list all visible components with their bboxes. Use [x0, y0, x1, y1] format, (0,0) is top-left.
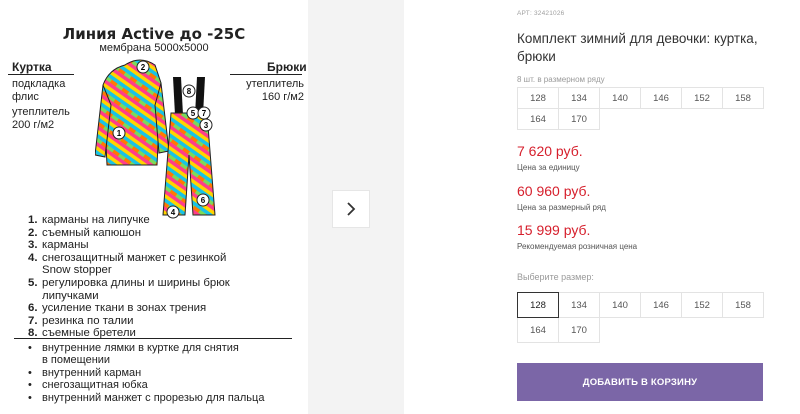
product-info-card: Линия Active до -25С мембрана 5000х5000 … — [0, 0, 308, 414]
product-illustration: 1 2 3 4 5 6 7 8 — [95, 59, 216, 219]
size-option-selected[interactable]: 128 — [517, 292, 559, 318]
feature-list: 1. карманы на липучке 2. съемный капюшон 3… — [28, 214, 272, 340]
size-option[interactable]: 158 — [722, 292, 764, 318]
pack-size: 170 — [558, 108, 600, 130]
feature-divider — [14, 338, 292, 339]
size-option[interactable]: 134 — [558, 292, 600, 318]
pack-size: 164 — [517, 108, 559, 130]
extras-list: • внутренние лямки в куртке для снятия в … — [28, 342, 282, 404]
feature-item: 2. съемный капюшон — [28, 226, 142, 239]
price-retail: 15 999 руб. — [517, 222, 591, 238]
article-number: АРТ: 32421026 — [517, 10, 565, 17]
extras-item: • внутренний карман — [28, 366, 142, 379]
extras-item: • внутренний манжет с прорезью для пальца — [28, 391, 265, 404]
pants-rule — [230, 74, 302, 75]
pack-size: 146 — [640, 87, 682, 109]
pack-size: 158 — [722, 87, 764, 109]
callout-7: 7 — [202, 109, 207, 118]
jacket-insulation: утеплитель 200 г/м2 — [12, 106, 70, 131]
size-select-label: Выберите размер: — [517, 272, 594, 282]
gallery-next-button[interactable] — [332, 190, 370, 228]
pack-sizes-grid: 128 134 140 146 152 158 164 170 — [517, 87, 800, 130]
jacket-heading: Куртка — [12, 60, 52, 74]
callout-1: 1 — [117, 129, 122, 138]
feature-item: 1. карманы на липучке — [28, 214, 150, 226]
pack-size: 134 — [558, 87, 600, 109]
size-selector: 128 134 140 146 152 158 164 170 — [517, 292, 800, 343]
extras-item: • внутренние лямки в куртке для снятия в … — [28, 342, 239, 367]
size-option-spacer — [763, 292, 800, 318]
jacket-lining: подкладка флис — [12, 78, 66, 103]
price-pack: 60 960 руб. — [517, 183, 591, 199]
pack-label: 8 шт. в размерном ряду — [517, 75, 605, 84]
pack-size: 140 — [599, 87, 641, 109]
callout-5: 5 — [191, 109, 196, 118]
card-subtitle: мембрана 5000х5000 — [99, 42, 209, 54]
feature-item: 7. резинка по талии — [28, 314, 134, 327]
pack-size-spacer — [763, 87, 800, 109]
add-to-cart-button[interactable]: ДОБАВИТЬ В КОРЗИНУ — [517, 363, 763, 401]
pants-insulation: утеплитель 160 г/м2 — [246, 78, 304, 103]
price-unit: 7 620 руб. — [517, 143, 583, 159]
price-retail-label: Рекомендуемая розничная цена — [517, 242, 638, 251]
size-option[interactable]: 170 — [558, 317, 600, 343]
pants-heading: Брюки — [267, 60, 307, 74]
feature-item: 5. регулировка длины и ширины брюк липучк… — [28, 276, 230, 302]
callout-8: 8 — [187, 87, 192, 96]
callout-6: 6 — [201, 196, 206, 205]
extras-item: • снегозащитная юбка — [28, 379, 148, 392]
callout-3: 3 — [204, 121, 209, 130]
pack-size: 152 — [681, 87, 723, 109]
feature-item: 4. снегозащитный манжет с резинкой Snow s… — [28, 251, 227, 277]
price-pack-label: Цена за размерный ряд — [517, 203, 606, 212]
callout-2: 2 — [141, 63, 146, 72]
chevron-right-icon — [347, 202, 356, 216]
pack-size: 128 — [517, 87, 559, 109]
size-option[interactable]: 164 — [517, 317, 559, 343]
size-option[interactable]: 146 — [640, 292, 682, 318]
jacket-rule — [8, 74, 74, 75]
price-unit-label: Цена за единицу — [517, 163, 580, 172]
card-title: Линия Active до -25С — [62, 25, 246, 43]
size-option[interactable]: 140 — [599, 292, 641, 318]
feature-item: 3. карманы — [28, 239, 89, 252]
size-option[interactable]: 152 — [681, 292, 723, 318]
product-title: Комплект зимний для девочки: куртка, брю… — [517, 31, 758, 64]
feature-item: 6. усиление ткани в зонах трения — [28, 302, 207, 315]
